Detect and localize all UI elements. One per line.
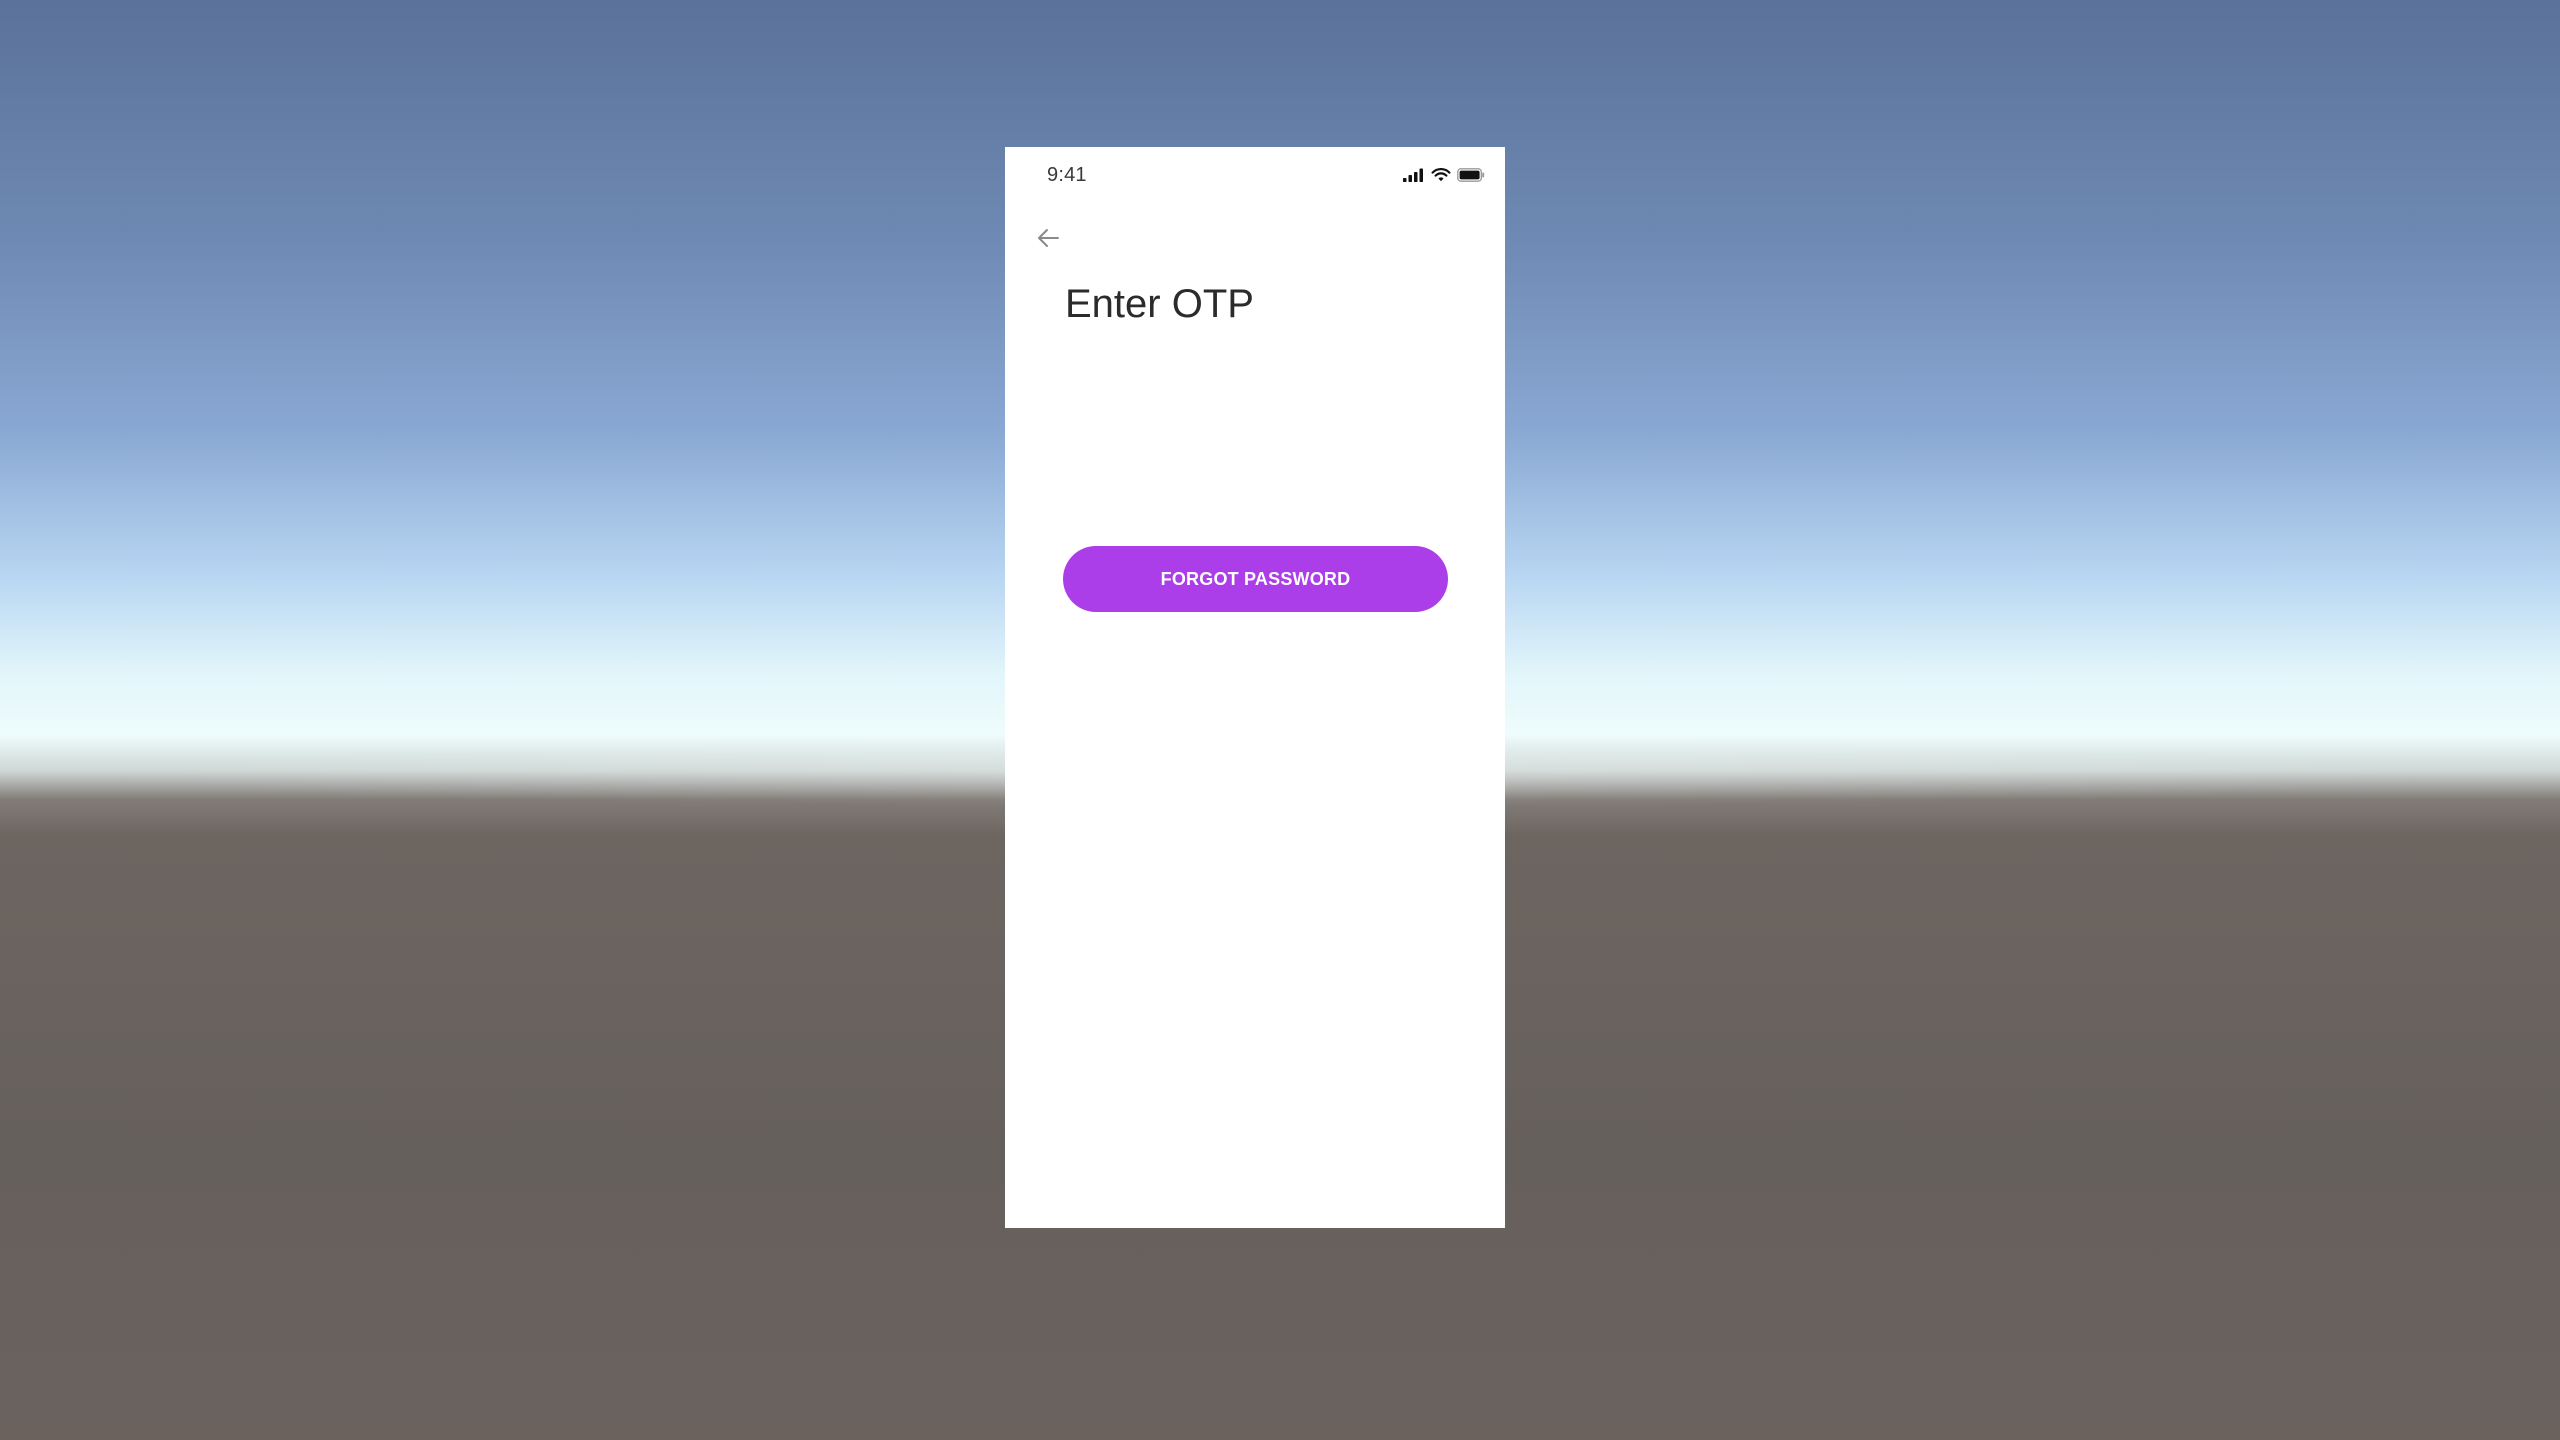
- phone-screen: 9:41 Enter OTP Enter Email FORGOT PASSWO…: [1005, 147, 1505, 1228]
- battery-icon: [1457, 167, 1485, 187]
- page-title: Enter OTP: [1065, 282, 1254, 326]
- status-bar: 9:41: [1005, 147, 1505, 207]
- back-button[interactable]: [1031, 221, 1065, 255]
- cellular-signal-icon: [1403, 168, 1425, 187]
- wifi-icon: [1431, 167, 1451, 187]
- forgot-password-button[interactable]: FORGOT PASSWORD: [1063, 546, 1448, 612]
- status-time: 9:41: [1047, 164, 1087, 186]
- status-icons: [1403, 167, 1485, 187]
- arrow-left-icon: [1038, 229, 1059, 247]
